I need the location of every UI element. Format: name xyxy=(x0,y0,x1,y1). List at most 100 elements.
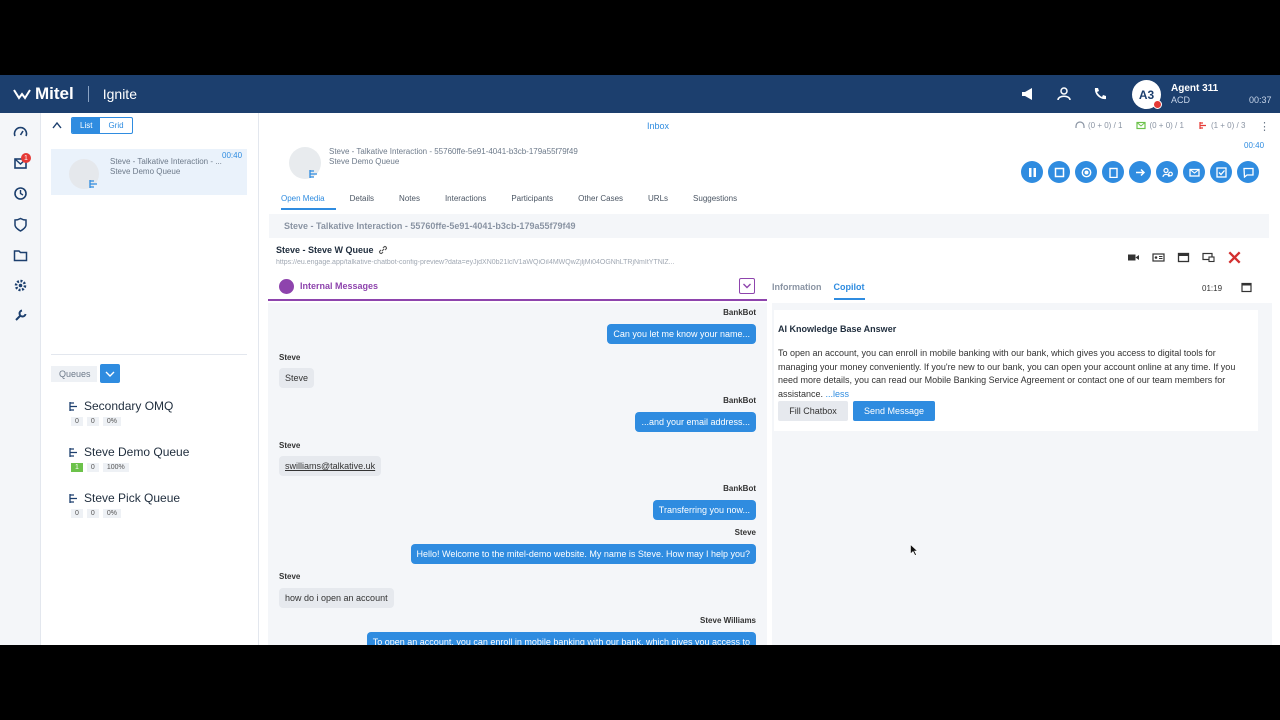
internal-messages-dropdown[interactable] xyxy=(739,278,755,294)
chat-message-incoming: how do i open an account xyxy=(279,588,394,608)
history-icon[interactable] xyxy=(13,186,28,201)
card-queue: Steve Demo Queue xyxy=(110,167,181,176)
tab-suggestions[interactable]: Suggestions xyxy=(693,194,748,210)
chevron-down-icon xyxy=(105,371,115,377)
toggle-list[interactable]: List xyxy=(72,118,101,133)
stop-button[interactable] xyxy=(1048,161,1070,183)
email-button[interactable] xyxy=(1183,161,1205,183)
brand-logo: Mitel Ignite xyxy=(13,84,137,104)
agent-status-dot xyxy=(1153,100,1162,109)
email-icon xyxy=(1136,121,1147,130)
interaction-card[interactable]: Steve - Talkative Interaction - ... Stev… xyxy=(51,149,247,195)
tab-information[interactable]: Information xyxy=(772,282,822,292)
queue-item[interactable]: Steve Demo Queue 1 0 100% xyxy=(68,445,189,472)
send-message-button[interactable]: Send Message xyxy=(853,401,935,421)
window-icon[interactable] xyxy=(1177,252,1190,263)
close-icon[interactable] xyxy=(1227,250,1242,265)
show-less-link[interactable]: ...less xyxy=(823,389,850,399)
phone-icon[interactable] xyxy=(1092,86,1108,102)
interaction-title: Steve - Talkative Interaction - 55760ffe… xyxy=(329,147,578,156)
message-sender: BankBot xyxy=(723,484,756,493)
message-sender: Steve Williams xyxy=(700,616,756,625)
media-subtitle: Steve - Talkative Interaction - 55760ffe… xyxy=(269,214,1269,238)
pause-button[interactable] xyxy=(1021,161,1043,183)
chevron-up-icon[interactable] xyxy=(52,121,62,129)
screen-share-icon[interactable] xyxy=(1202,252,1215,263)
queue-icon xyxy=(309,170,317,178)
agent-avatar[interactable]: A3 xyxy=(1132,80,1162,109)
tab-open-media[interactable]: Open Media xyxy=(281,194,336,210)
queue-stat-waiting: 0 xyxy=(71,509,83,518)
queue-stat-percent: 0% xyxy=(102,509,121,518)
megaphone-icon[interactable] xyxy=(1020,86,1036,102)
transfer-button[interactable] xyxy=(1129,161,1151,183)
card-title: Steve - Talkative Interaction - ... xyxy=(110,157,222,166)
queue-stat-active: 0 xyxy=(86,509,99,518)
interaction-queue: Steve Demo Queue xyxy=(329,157,400,166)
clipboard-button[interactable] xyxy=(1102,161,1124,183)
counter-voice: (0 + 0) / 1 xyxy=(1088,121,1123,130)
queue-item[interactable]: Secondary OMQ 0 0 0% xyxy=(68,399,173,426)
chat-queue-icon xyxy=(1199,122,1206,129)
message-sender: Steve xyxy=(279,572,301,581)
chat-message-outgoing: Can you let me know your name... xyxy=(607,324,756,344)
dashboard-icon[interactable] xyxy=(13,125,28,140)
wrench-icon[interactable] xyxy=(13,308,28,323)
shield-icon[interactable] xyxy=(13,217,28,232)
tab-urls[interactable]: URLs xyxy=(648,194,679,210)
counter-email: (0 + 0) / 1 xyxy=(1149,121,1184,130)
consult-button[interactable] xyxy=(1156,161,1178,183)
queues-label: Queues xyxy=(51,366,97,382)
user-switch-icon xyxy=(1161,167,1173,177)
contacts-icon[interactable] xyxy=(1056,86,1072,102)
agent-time: 00:37 xyxy=(1249,95,1272,105)
mouse-cursor-icon xyxy=(910,544,918,556)
expand-window-icon[interactable] xyxy=(1241,282,1252,293)
folder-icon[interactable] xyxy=(13,248,28,263)
conversation-title: Steve - Steve W Queue xyxy=(276,245,374,255)
queue-icon xyxy=(69,401,77,411)
conversation-name: Steve - Steve W Queue xyxy=(276,245,388,255)
chat-message-incoming[interactable]: swilliams@talkative.uk xyxy=(279,456,382,476)
record-button[interactable] xyxy=(1075,161,1097,183)
conversation-url[interactable]: https://eu.engage.app/talkative-chatbot-… xyxy=(276,259,766,266)
brand-divider xyxy=(87,86,89,102)
id-card-icon[interactable] xyxy=(1152,252,1165,263)
tab-copilot[interactable]: Copilot xyxy=(833,282,865,300)
chat-button[interactable] xyxy=(1237,161,1259,183)
queue-name: Secondary OMQ xyxy=(84,399,174,413)
queue-name: Steve Demo Queue xyxy=(84,445,190,459)
more-options-icon[interactable]: ⋮ xyxy=(1259,120,1270,133)
complete-button[interactable] xyxy=(1210,161,1232,183)
inbox-badge: 1 xyxy=(21,153,31,163)
queue-stat-waiting: 0 xyxy=(71,417,83,426)
clipboard-icon xyxy=(1108,167,1118,178)
message-sender: BankBot xyxy=(723,396,756,405)
toggle-grid[interactable]: Grid xyxy=(100,118,131,133)
app-window: Mitel Ignite A3 Agent 311 ACD 00:37 1 Li… xyxy=(0,75,1280,645)
queues-dropdown-button[interactable] xyxy=(100,364,120,383)
queue-item[interactable]: Steve Pick Queue 0 0 0% xyxy=(68,491,180,518)
tab-notes[interactable]: Notes xyxy=(399,194,431,210)
tab-interactions[interactable]: Interactions xyxy=(445,194,497,210)
tab-participants[interactable]: Participants xyxy=(511,194,564,210)
video-camera-icon[interactable] xyxy=(1127,252,1140,263)
main-area: Inbox (0 + 0) / 1 (0 + 0) / 1 (1 + 0) / … xyxy=(260,113,1280,645)
capacity-counters: (0 + 0) / 1 (0 + 0) / 1 (1 + 0) / 3 xyxy=(1075,121,1245,130)
message-sender: Steve xyxy=(279,441,301,450)
agent-name: Agent 311 xyxy=(1171,83,1219,94)
settings-icon[interactable] xyxy=(13,278,28,293)
chat-message-outgoing: Hello! Welcome to the mitel-demo website… xyxy=(410,544,756,564)
tab-other-cases[interactable]: Other Cases xyxy=(578,194,634,210)
interaction-timer: 00:40 xyxy=(1244,141,1265,150)
fill-chatbox-button[interactable]: Fill Chatbox xyxy=(778,401,848,421)
message-sender: BankBot xyxy=(723,308,756,317)
queue-icon xyxy=(69,447,77,457)
page-title: Inbox xyxy=(647,121,670,131)
tab-details[interactable]: Details xyxy=(350,194,385,210)
queue-stat-percent: 0% xyxy=(102,417,121,426)
link-icon[interactable] xyxy=(378,245,388,255)
checkbox-icon xyxy=(1215,166,1227,178)
queue-stat-percent: 100% xyxy=(102,463,129,472)
counter-chat: (1 + 0) / 3 xyxy=(1210,121,1246,130)
